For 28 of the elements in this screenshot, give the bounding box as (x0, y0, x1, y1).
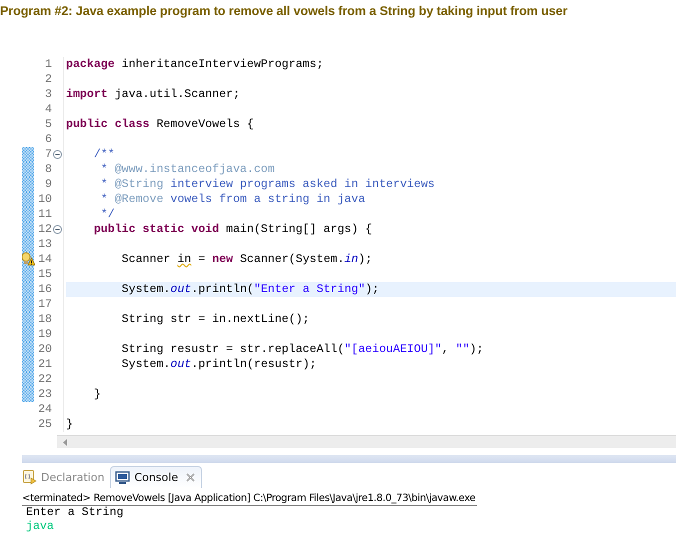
code-line: * @www.instanceofjava.com (100, 163, 275, 176)
code-line: * @String interview programs asked in interviews (100, 178, 435, 191)
code-line: public static void main(String[] args) { (92, 223, 372, 236)
code-line: * @Remove vowels from a string in java (100, 193, 366, 206)
code-line: */ (100, 208, 115, 221)
view-tab[interactable]: Console (110, 466, 202, 488)
page-heading: Program #2: Java example program to remove all vowels from a String by taking input from user (0, 3, 568, 20)
console-output-line: java (25, 520, 55, 534)
document-icon (22, 469, 37, 485)
code-line: String resustr = str.replaceAll("[aeiouAEIOU]", ""); (120, 343, 484, 356)
code-line: System.out.println(resustr); (120, 358, 316, 371)
code-line: } (66, 418, 73, 431)
console-output-line: Enter a String (25, 506, 124, 520)
code-line: /** (92, 148, 115, 161)
code-line: Scanner in = new Scanner(System.in); (120, 253, 372, 266)
close-icon[interactable] (185, 472, 196, 483)
code-line: public class RemoveVowels { (66, 118, 254, 131)
code-line: import java.util.Scanner; (66, 88, 240, 101)
code-line: package inheritanceInterviewPrograms; (66, 58, 324, 71)
monitor-icon (115, 470, 130, 486)
collapse-icon[interactable] (53, 225, 62, 234)
code-line: String str = in.nextLine(); (120, 313, 310, 326)
horizontal-scrollbar[interactable] (57, 435, 676, 448)
scroll-left-arrow-icon (62, 438, 68, 446)
current-line-highlight: System.out.println("Enter a String"); (66, 282, 676, 297)
console-status: <terminated> RemoveVowels [Java Application] C:\Program Files\Java\jre1.8.0_73\bin\javaw.exe (22, 489, 478, 506)
code-line: } (92, 388, 101, 401)
collapse-icon[interactable] (53, 150, 62, 159)
